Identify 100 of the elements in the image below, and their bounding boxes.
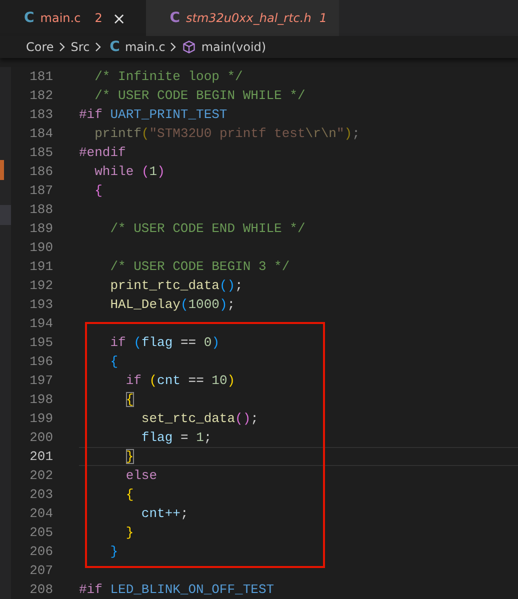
line-number: 198: [28, 392, 53, 407]
code-token: ;: [227, 297, 236, 312]
line-number: 192: [28, 278, 53, 293]
line-number: 197: [28, 373, 53, 388]
code-token: =: [180, 430, 190, 445]
breadcrumb-item[interactable]: Src: [70, 40, 90, 54]
breadcrumb-item[interactable]: main.c: [124, 40, 166, 54]
code-token: }: [110, 544, 118, 559]
line-number: 183: [28, 107, 53, 122]
code-token: print_rtc_data: [110, 278, 220, 293]
line-number: 206: [28, 544, 53, 559]
chevron-icon: [58, 42, 66, 52]
line-number: 203: [28, 487, 53, 502]
problem-count: 1: [319, 11, 327, 25]
code-token: 1: [149, 164, 158, 179]
code-token: printf: [94, 126, 142, 141]
line-number: 187: [28, 183, 53, 198]
panel-highlight: [0, 205, 11, 225]
code-token: {: [94, 183, 102, 198]
code-token: {: [126, 392, 134, 407]
code-token: else: [126, 468, 158, 483]
line-number: 207: [28, 563, 53, 578]
line-number: 199: [28, 411, 53, 426]
code-token: ;: [204, 430, 212, 445]
code-token: if: [126, 373, 142, 388]
code-token: #if: [79, 582, 102, 597]
code-token: /* USER CODE BEGIN 3 */: [110, 259, 290, 274]
c-file-icon: C: [110, 39, 120, 55]
code-token: ;: [235, 278, 243, 293]
code-token: (: [149, 373, 158, 388]
code-token: UART_PRINT_TEST: [110, 107, 228, 122]
line-number: 201: [28, 449, 53, 464]
line-number: 185: [28, 145, 53, 160]
code-token: 1: [196, 430, 204, 445]
line-number: 182: [28, 88, 53, 103]
line-number: 196: [28, 354, 53, 369]
code-token: ): [344, 126, 352, 141]
line-number: 188: [28, 202, 53, 217]
code-token: }: [126, 449, 134, 464]
code-token: 10: [212, 373, 228, 388]
tab-label: main.c: [40, 11, 81, 25]
code-token: /* Infinite loop */: [94, 69, 243, 84]
breadcrumb-item[interactable]: Core: [26, 40, 54, 54]
tab-label: stm32u0xx_hal_rtc.h: [186, 11, 312, 25]
c-file-icon: C: [170, 10, 180, 26]
line-number: 208: [28, 582, 53, 597]
line-number: 189: [28, 221, 53, 236]
line-number: 204: [28, 506, 53, 521]
code-token: {: [110, 354, 118, 369]
code-token: #if: [79, 107, 102, 122]
code-token: ;: [250, 411, 258, 426]
line-number: 190: [28, 240, 53, 255]
code-token: cnt++: [141, 506, 180, 521]
code-token: ): [219, 297, 228, 312]
code-token: ): [212, 335, 220, 350]
code-token: ;: [180, 506, 188, 521]
code-token: /* USER CODE BEGIN WHILE */: [94, 88, 306, 103]
code-token: HAL_Delay: [110, 297, 180, 312]
change-marker: [0, 160, 4, 180]
breadcrumb-item[interactable]: main(void): [201, 40, 266, 54]
line-number: 191: [28, 259, 53, 274]
editor-tab[interactable]: C stm32u0xx_hal_rtc.h 1: [146, 0, 339, 36]
code-token: (: [134, 335, 142, 350]
code-token: {: [126, 487, 134, 502]
code-token: set_rtc_data: [141, 411, 236, 426]
code-token: ": [336, 126, 344, 141]
chevron-icon: [170, 42, 178, 52]
cube-icon: [182, 40, 196, 54]
editor-tab[interactable]: C main.c 2 ×: [0, 0, 146, 36]
line-number: 181: [28, 69, 53, 84]
close-icon[interactable]: ×: [112, 8, 126, 28]
code-token: (: [141, 126, 150, 141]
chevron-icon: [94, 42, 102, 52]
line-number: 195: [28, 335, 53, 350]
code-token: "STM32U0 printf test: [149, 126, 306, 141]
line-number: 184: [28, 126, 53, 141]
line-number: 200: [28, 430, 53, 445]
code-token: ==: [188, 373, 205, 388]
code-token: ==: [180, 335, 198, 350]
code-token: 0: [204, 335, 212, 350]
code-token: (: [141, 164, 150, 179]
code-token: }: [126, 525, 134, 540]
code-token: (): [219, 278, 236, 293]
line-number: 194: [28, 316, 53, 331]
code-token: #endif: [79, 145, 126, 160]
code-token: /* USER CODE END WHILE */: [110, 221, 306, 236]
code-token: ;: [352, 126, 360, 141]
line-number: 202: [28, 468, 53, 483]
code-token: (): [235, 411, 251, 426]
code-token: 1000: [188, 297, 220, 312]
problem-count: 2: [94, 11, 102, 25]
line-number: 205: [28, 525, 53, 540]
line-number: 193: [28, 297, 53, 312]
line-number: 186: [28, 164, 53, 179]
code-token: LED_BLINK_ON_OFF_TEST: [110, 582, 274, 597]
code-token: if: [110, 335, 126, 350]
code-token: while: [94, 164, 134, 179]
code-token: cnt: [157, 373, 180, 388]
code-token: flag: [141, 430, 173, 445]
code-token: \r\n: [305, 126, 336, 141]
